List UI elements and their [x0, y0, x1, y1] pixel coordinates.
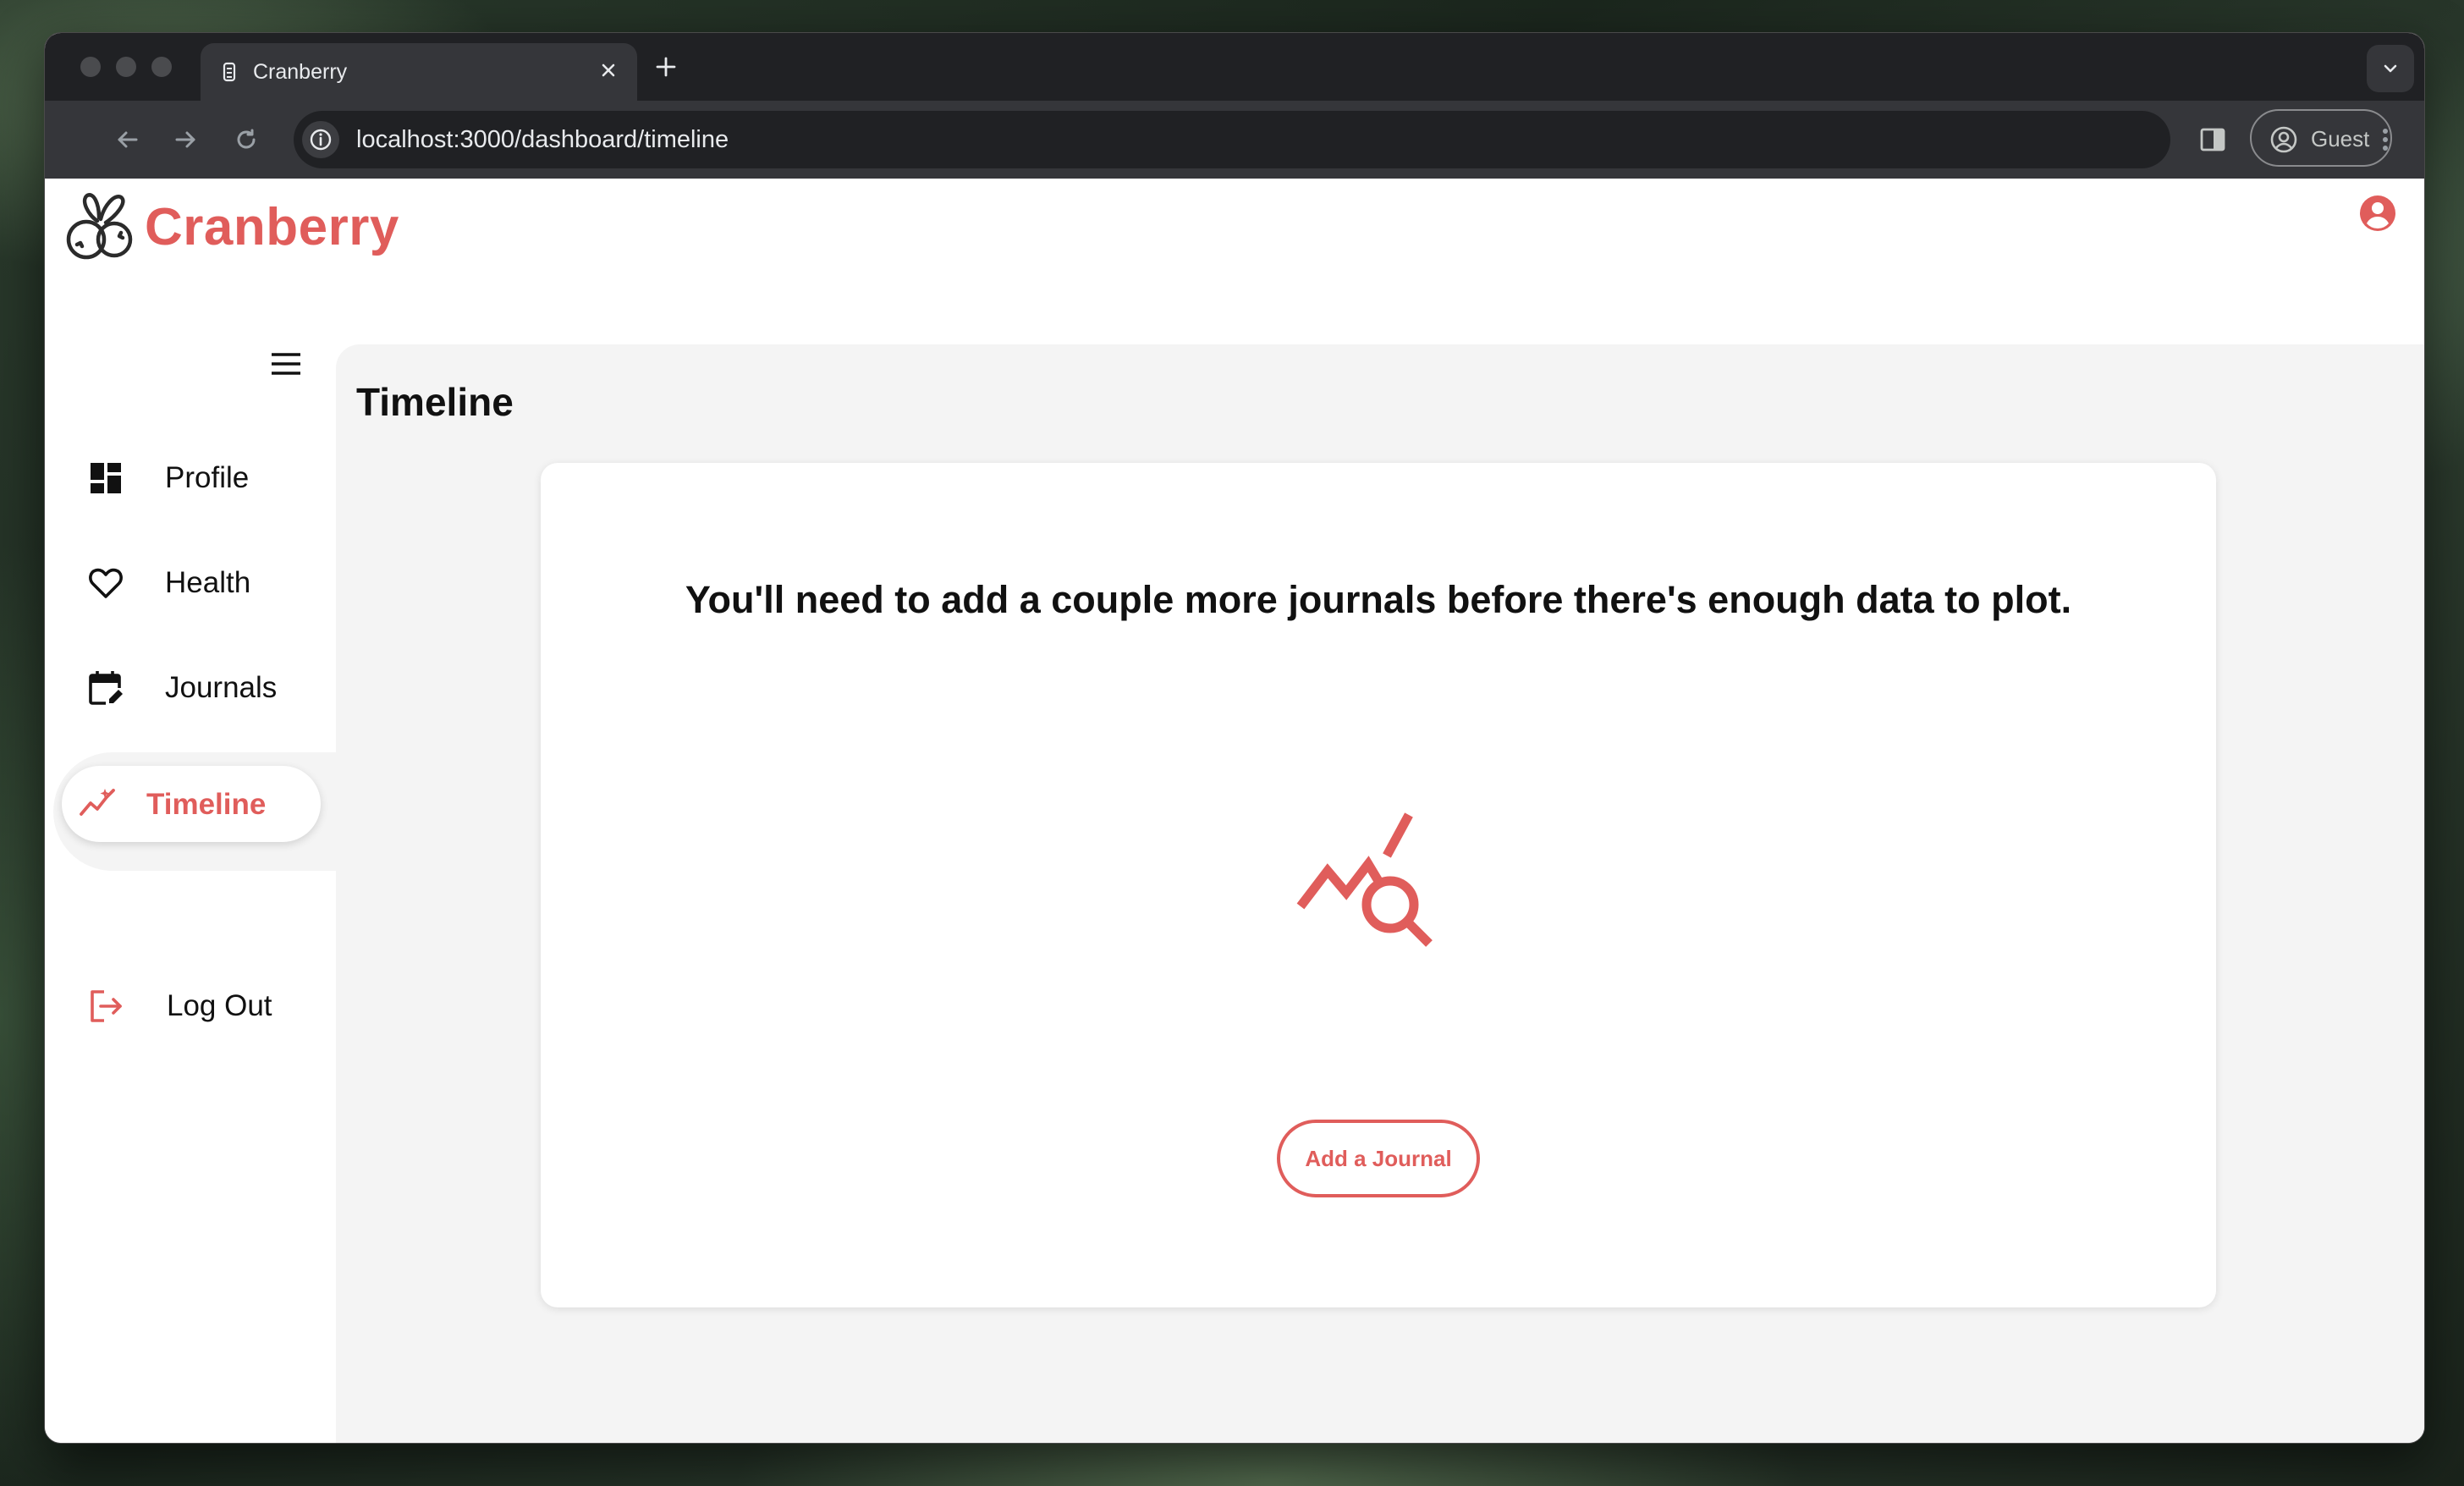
cranberry-favicon-icon	[223, 62, 236, 82]
chart-search-icon	[1296, 812, 1433, 947]
brand-name: Cranberry	[145, 198, 399, 256]
browser-toolbar: localhost:3000/dashboard/timeline Guest	[45, 101, 2424, 179]
trending-chart-icon	[80, 789, 115, 816]
window-zoom-control[interactable]	[151, 57, 172, 77]
sidebar-item-label: Health	[165, 566, 251, 599]
person-circle-icon	[2270, 126, 2297, 153]
info-icon	[310, 129, 332, 151]
address-bar[interactable]: localhost:3000/dashboard/timeline	[294, 111, 2170, 168]
page-title: Timeline	[356, 380, 514, 424]
sidebar-item-health[interactable]: Health	[62, 544, 324, 620]
browser-tab-active[interactable]: Cranberry	[201, 43, 637, 101]
calendar-edit-icon	[89, 671, 124, 707]
browser-tab-title: Cranberry	[253, 60, 348, 84]
cranberry-logo-icon	[66, 193, 133, 260]
logout-label: Log Out	[167, 989, 272, 1022]
browser-tab-strip: Cranberry	[45, 33, 2424, 101]
back-arrow-icon[interactable]	[111, 123, 145, 157]
side-panel-icon[interactable]	[2197, 124, 2228, 155]
tab-search-button[interactable]	[2367, 45, 2414, 92]
app-page: Cranberry Profile Health Journals Timeli…	[45, 179, 2424, 1443]
empty-state-card: You'll need to add a couple more journal…	[541, 463, 2216, 1307]
url-text: localhost:3000/dashboard/timeline	[356, 126, 729, 153]
site-info-button[interactable]	[302, 121, 339, 158]
sidebar-item-profile[interactable]: Profile	[62, 439, 324, 515]
sidebar-item-journals[interactable]: Journals	[62, 649, 324, 725]
logout-button[interactable]: Log Out	[62, 967, 324, 1043]
main-content: Timeline You'll need to add a couple mor…	[336, 344, 2424, 1443]
chevron-down-icon	[2384, 64, 2397, 73]
profile-label: Guest	[2311, 126, 2370, 151]
sidebar-item-timeline[interactable]: Timeline	[62, 766, 321, 842]
menu-icon[interactable]	[267, 344, 305, 383]
window-close-control[interactable]	[80, 57, 101, 77]
new-tab-plus-icon[interactable]	[651, 52, 681, 82]
sidebar-item-label: Timeline	[146, 788, 267, 821]
dashboard-icon	[91, 463, 121, 493]
account-circle-icon[interactable]	[2358, 194, 2397, 233]
heart-icon	[89, 568, 123, 598]
more-vert-icon[interactable]	[2368, 123, 2402, 157]
sidebar-item-label: Journals	[165, 671, 278, 704]
logout-icon	[91, 990, 122, 1022]
sidebar: Profile Health Journals Timeline Log Out	[45, 344, 336, 1443]
browser-window: Cranberry localhost:3000/dashboard/timel…	[44, 32, 2425, 1444]
close-icon[interactable]	[595, 57, 622, 84]
forward-arrow-icon[interactable]	[168, 123, 202, 157]
add-journal-button[interactable]: Add a Journal	[1277, 1120, 1480, 1197]
empty-state-message: You'll need to add a couple more journal…	[685, 578, 2072, 621]
sidebar-item-label: Profile	[165, 461, 250, 494]
reload-icon[interactable]	[229, 123, 263, 157]
window-minimize-control[interactable]	[116, 57, 136, 77]
